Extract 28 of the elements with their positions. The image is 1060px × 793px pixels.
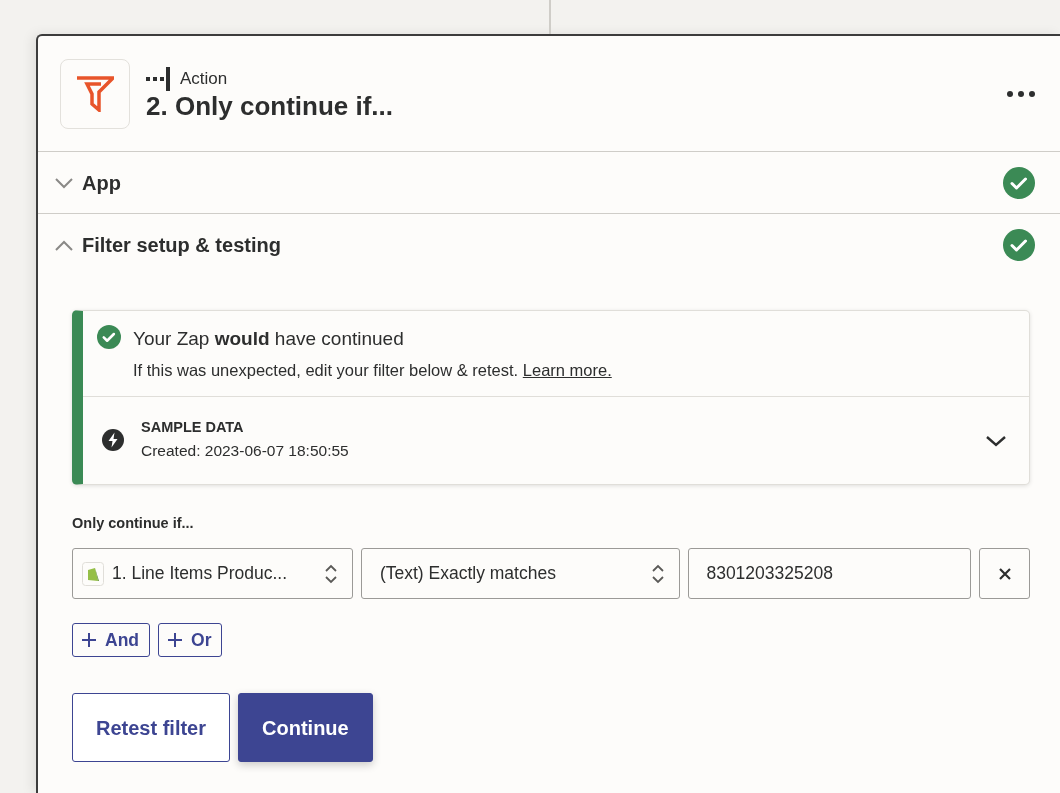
updown-arrows-icon: [323, 562, 338, 585]
remove-condition-button[interactable]: [979, 548, 1030, 599]
section-title[interactable]: App: [82, 167, 1003, 198]
close-icon: [997, 566, 1012, 581]
more-dots-icon: [1006, 90, 1036, 99]
filter-logo-icon: [76, 75, 114, 112]
operator-select[interactable]: (Text) Exactly matches: [360, 548, 681, 599]
add-and-button[interactable]: And: [72, 623, 151, 657]
sample-data-title: SAMPLE DATA: [141, 418, 245, 438]
step-title: 2. Only continue if...: [146, 91, 395, 122]
success-check-icon: [97, 325, 121, 349]
filter-label: Only continue if...: [72, 514, 195, 534]
plus-icon: [167, 632, 184, 648]
value-field[interactable]: 8301203325208: [688, 548, 972, 599]
learn-more-link[interactable]: Learn more.: [522, 360, 612, 379]
field-select[interactable]: 1. Line Items Produc...: [72, 548, 353, 599]
result-message: If this was unexpected, edit your filter below & retest. Learn more.: [133, 359, 612, 381]
step-type: Action: [180, 67, 228, 90]
updown-arrows-icon: [651, 562, 666, 585]
action-step-icon: [146, 65, 172, 92]
plus-icon: [81, 632, 97, 648]
result-heading: Your Zap would have continued: [133, 327, 405, 351]
continue-button[interactable]: Continue: [238, 693, 373, 762]
retest-button[interactable]: Retest filter: [72, 693, 231, 762]
bolt-icon: [101, 427, 125, 452]
section-title[interactable]: Filter setup & testing: [82, 230, 1003, 260]
sample-created-date: Created: 2023-06-07 18:50:55: [141, 441, 350, 461]
add-or-button[interactable]: Or: [158, 623, 223, 657]
